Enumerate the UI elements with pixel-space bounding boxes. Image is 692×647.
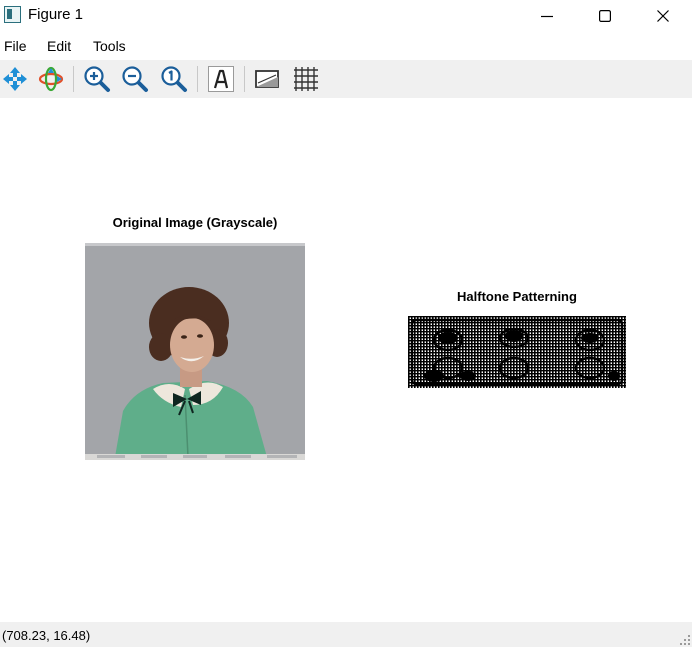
resize-grip-icon[interactable]: [680, 635, 690, 645]
zoom-in-button[interactable]: [82, 64, 112, 94]
zoom-reset-icon: [161, 66, 187, 92]
subplot-2-title: Halftone Patterning: [457, 289, 577, 304]
close-button[interactable]: [634, 0, 692, 32]
pan-button[interactable]: [0, 64, 30, 94]
figure-app-icon: [4, 6, 21, 23]
rotate-3d-icon: [38, 66, 64, 92]
original-grayscale-image: [85, 243, 305, 460]
zoom-out-button[interactable]: [120, 64, 150, 94]
halftone-pattern-image: [408, 316, 626, 388]
window-title: Figure 1: [28, 6, 84, 23]
rotate-3d-button[interactable]: [36, 64, 66, 94]
text-tool-icon: [208, 66, 234, 92]
maximize-button[interactable]: [576, 0, 634, 32]
close-icon: [657, 10, 669, 22]
text-tool-button[interactable]: [206, 64, 236, 94]
toolbar-separator: [244, 66, 245, 92]
subplot-1-title: Original Image (Grayscale): [112, 215, 278, 230]
minimize-icon: [541, 15, 553, 18]
grid-button[interactable]: [291, 64, 321, 94]
colorbar-button[interactable]: [252, 64, 282, 94]
menu-edit[interactable]: Edit: [47, 38, 71, 54]
minimize-button[interactable]: [518, 0, 576, 32]
menu-bar: File Edit Tools: [0, 33, 692, 59]
grid-icon: [294, 67, 318, 91]
toolbar-separator: [73, 66, 74, 92]
menu-file[interactable]: File: [4, 38, 27, 54]
toolbar-separator: [197, 66, 198, 92]
colorbar-icon: [255, 70, 279, 88]
figure-canvas[interactable]: Original Image (Grayscale) Halftone Patt…: [0, 98, 692, 622]
maximize-icon: [599, 10, 611, 22]
pan-icon: [3, 67, 27, 91]
zoom-in-icon: [84, 66, 110, 92]
toolbar: [0, 60, 692, 98]
zoom-out-icon: [122, 66, 148, 92]
zoom-reset-button[interactable]: [159, 64, 189, 94]
status-bar: (708.23, 16.48): [0, 622, 692, 647]
title-bar: Figure 1: [0, 0, 692, 32]
cursor-coordinates: (708.23, 16.48): [2, 628, 91, 643]
menu-tools[interactable]: Tools: [93, 38, 126, 54]
